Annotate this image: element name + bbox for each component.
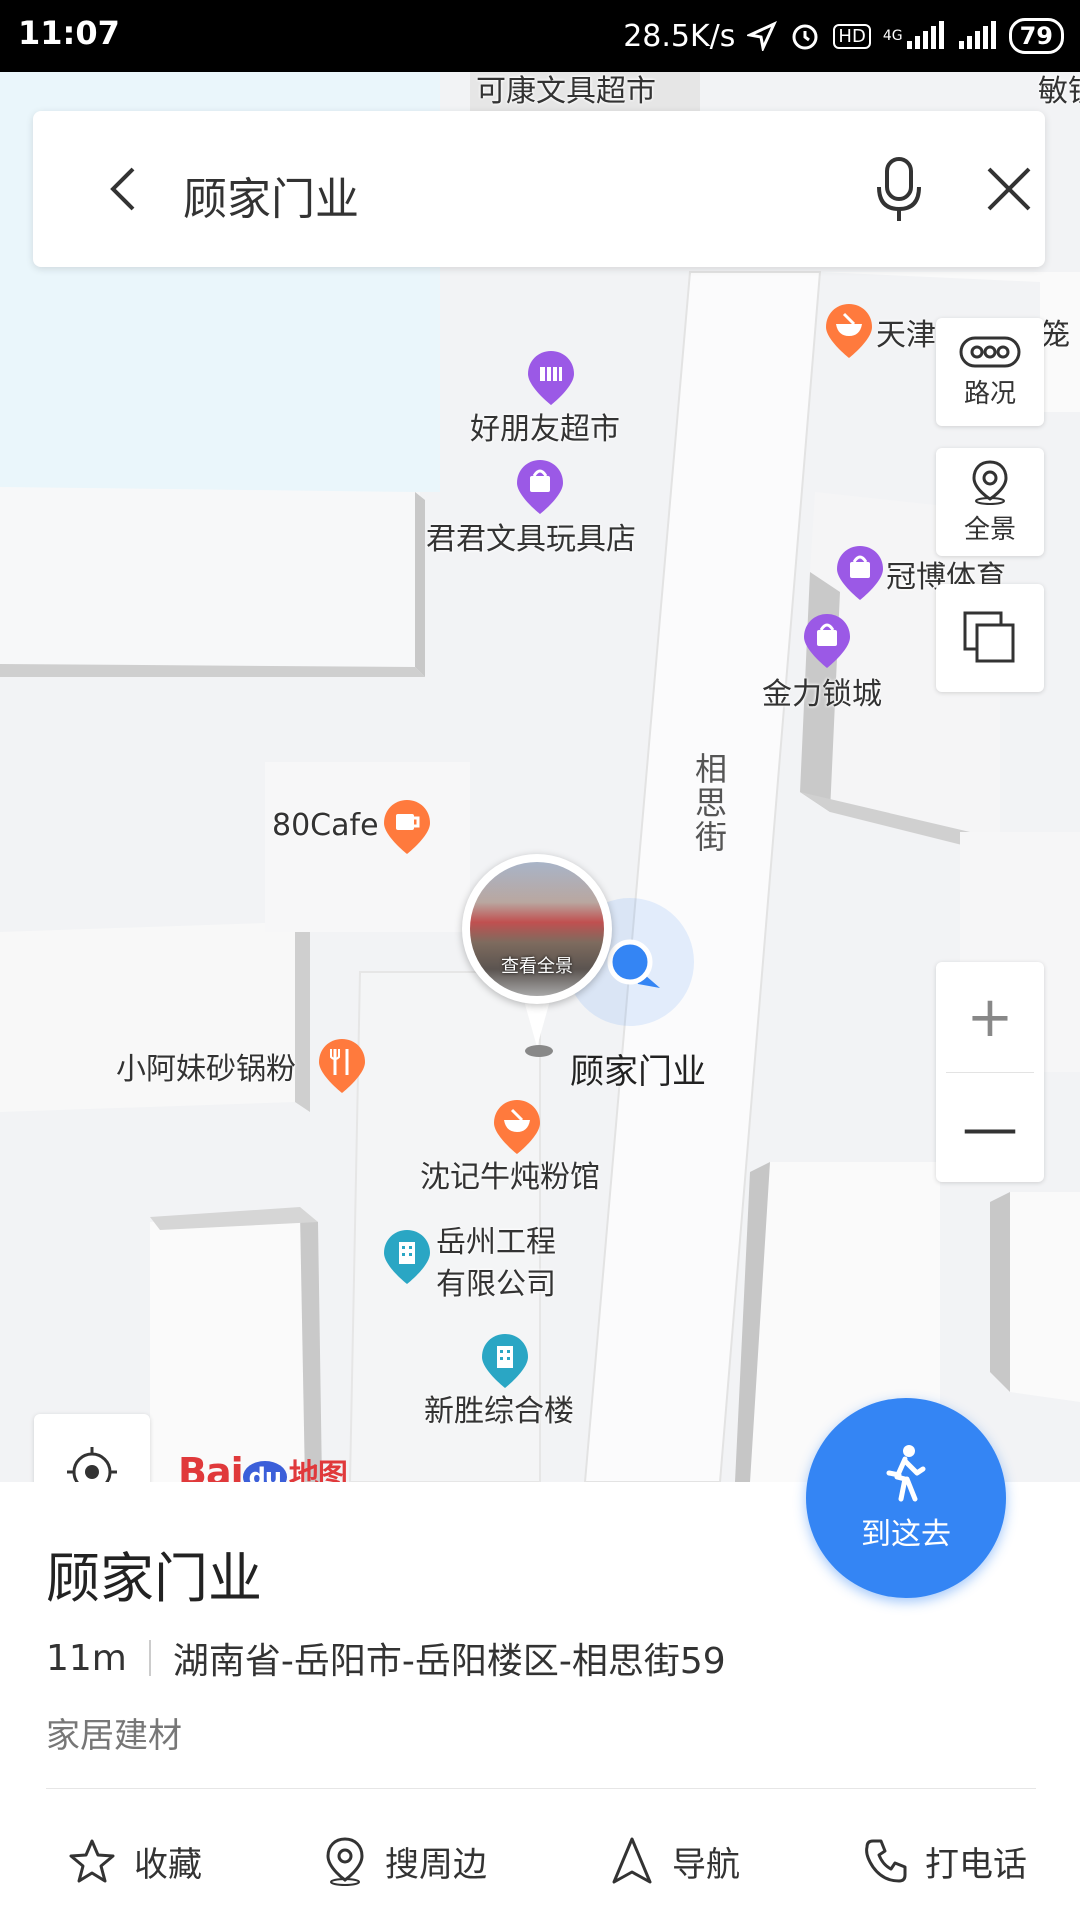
place-title: 顾家门业	[46, 1547, 262, 1610]
logo-text-ditu: 地图	[288, 1458, 348, 1482]
poi-label-shenji[interactable]: 沈记牛炖粉馆	[420, 1152, 600, 1196]
meta-separator	[148, 1640, 151, 1676]
poi-label-tianjin[interactable]: 天津	[876, 310, 936, 354]
traffic-button[interactable]: 路况	[936, 318, 1044, 426]
microphone-icon[interactable]	[869, 153, 929, 225]
search-input[interactable]: 顾家门业	[183, 163, 359, 227]
pano-pointer	[523, 997, 551, 1047]
battery-icon: 79	[1008, 18, 1064, 54]
building-icon[interactable]	[480, 1332, 530, 1390]
poi-label-yuezhou[interactable]: 岳州工程 有限公司	[436, 1222, 556, 1306]
restaurant-icon[interactable]	[492, 1098, 542, 1156]
fork-knife-icon[interactable]	[317, 1037, 367, 1095]
layers-icon	[963, 611, 1015, 663]
place-distance: 11m	[46, 1637, 127, 1679]
shop-bag-icon[interactable]	[802, 612, 852, 670]
hd-icon: HD	[833, 23, 871, 49]
panorama-tool-label: 全景	[963, 514, 1016, 545]
card-divider	[46, 1788, 1036, 1789]
zoom-in-button[interactable]: +	[936, 962, 1044, 1072]
cafe-icon[interactable]	[382, 798, 432, 856]
poi-label-xinsheng[interactable]: 新胜综合楼	[424, 1386, 574, 1430]
poi-label-haopengyou[interactable]: 好朋友超市	[470, 404, 620, 448]
supermarket-icon[interactable]	[526, 349, 576, 407]
street-label: 相思街	[690, 752, 728, 854]
locate-button[interactable]	[34, 1414, 150, 1482]
zoom-out-button[interactable]: —	[936, 1073, 1044, 1183]
panorama-pin-icon	[972, 459, 1008, 505]
walking-person-icon	[886, 1445, 926, 1502]
signal-4g-icon: 4G	[883, 21, 945, 51]
pin-base-icon	[525, 1045, 553, 1057]
network-type: 4G	[882, 28, 903, 44]
signal-icon	[957, 21, 997, 51]
zoom-controls: + —	[936, 962, 1044, 1182]
shop-bag-icon[interactable]	[835, 544, 885, 602]
call-button[interactable]: 打电话	[810, 1802, 1080, 1920]
map-label-top[interactable]: 可康文具超市	[476, 72, 656, 110]
panorama-thumbnail[interactable]: 查看全景	[462, 854, 612, 1004]
map-view[interactable]: 可康文具超市 敏锐 相思街 好朋友超市 君君文具玩具店 天津 笼 冠博体育 金力…	[0, 72, 1080, 1482]
place-address: 湖南省-岳阳市-岳阳楼区-相思街59	[172, 1641, 726, 1682]
poi-label-80cafe[interactable]: 80Cafe	[272, 808, 379, 843]
go-here-label: 到这去	[861, 1517, 951, 1552]
layers-button[interactable]	[936, 584, 1044, 692]
search-nearby-button[interactable]: 搜周边	[270, 1802, 540, 1920]
place-meta: 11m 湖南省-岳阳市-岳阳楼区-相思街59	[46, 1632, 726, 1684]
panorama-label: 查看全景	[501, 956, 573, 977]
panorama-image: 查看全景	[470, 862, 604, 996]
traffic-label: 路况	[963, 378, 1016, 409]
close-icon[interactable]	[979, 159, 1039, 219]
crosshair-icon	[67, 1447, 117, 1482]
status-right: 28.5K/s HD 4G 79	[623, 14, 1064, 58]
chevron-left-icon[interactable]	[97, 161, 153, 217]
map-label-top-right[interactable]: 敏锐	[1038, 72, 1080, 110]
poi-label-junjun[interactable]: 君君文具玩具店	[426, 514, 636, 558]
search-nearby-label: 搜周边	[385, 1844, 487, 1885]
favorite-label: 收藏	[134, 1844, 202, 1885]
search-bar: 顾家门业	[33, 111, 1045, 267]
action-bar: 收藏 搜周边 导航 打电话	[0, 1802, 1080, 1920]
traffic-icon	[959, 336, 1021, 367]
logo-text-du: du	[242, 1461, 287, 1482]
destination-label[interactable]: 顾家门业	[570, 1044, 706, 1093]
navigation-arrow-icon	[612, 1837, 652, 1884]
phone-icon	[865, 1839, 907, 1883]
call-label: 打电话	[925, 1844, 1027, 1885]
status-time: 11:07	[18, 14, 120, 52]
location-pin-icon	[326, 1837, 364, 1886]
place-category: 家居建材	[46, 1716, 182, 1756]
baidu-map-logo: Bai du 地图	[178, 1450, 348, 1482]
poi-label-jinli[interactable]: 金力锁城	[762, 669, 882, 713]
location-arrow-icon	[747, 21, 778, 51]
building-icon[interactable]	[382, 1228, 432, 1286]
alarm-icon	[789, 20, 821, 52]
logo-text-bai: Bai	[178, 1450, 244, 1482]
navigate-label: 导航	[672, 1844, 740, 1885]
star-icon	[69, 1839, 115, 1883]
favorite-button[interactable]: 收藏	[0, 1802, 270, 1920]
go-here-button[interactable]: 到这去	[806, 1398, 1006, 1598]
poi-label-xiaoamei[interactable]: 小阿妹砂锅粉	[116, 1044, 296, 1088]
poi-label-long[interactable]: 笼	[1040, 310, 1070, 354]
status-bar: 11:07 28.5K/s HD 4G 79	[0, 0, 1080, 72]
navigate-button[interactable]: 导航	[540, 1802, 810, 1920]
panorama-button[interactable]: 全景	[936, 448, 1044, 556]
shop-bag-icon[interactable]	[515, 458, 565, 516]
network-speed: 28.5K/s	[623, 18, 736, 54]
restaurant-icon[interactable]	[824, 302, 874, 360]
